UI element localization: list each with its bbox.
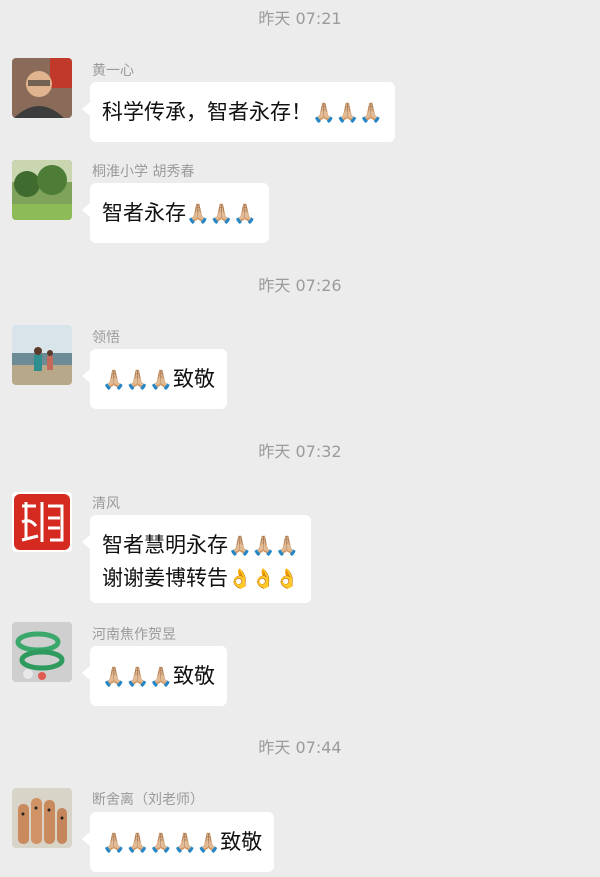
man-portrait-avatar-icon[interactable]: [12, 58, 72, 118]
sender-name: 桐淮小学 胡秀春: [92, 164, 195, 180]
sender-name: 领悟: [92, 330, 120, 346]
trees-landscape-avatar-icon[interactable]: [12, 160, 72, 220]
message-text: 科学传承，智者永存！: [102, 100, 312, 124]
timestamp: 昨天 07:26: [258, 276, 342, 295]
ok-hand-emoji: 👌👌👌: [228, 568, 299, 590]
message-line: 🙏🏼🙏🏼🙏🏼致敬: [102, 363, 215, 396]
praying-hands-emoji: 🙏🏼🙏🏼🙏🏼: [228, 535, 299, 557]
red-seal-stamp-avatar-icon[interactable]: [12, 492, 72, 552]
praying-hands-emoji: 🙏🏼🙏🏼🙏🏼: [102, 666, 173, 688]
sender-name: 黄一心: [92, 63, 134, 79]
finger-faces-avatar-icon[interactable]: [12, 788, 72, 848]
message-line: 科学传承，智者永存！🙏🏼🙏🏼🙏🏼: [102, 96, 383, 129]
message-bubble[interactable]: 科学传承，智者永存！🙏🏼🙏🏼🙏🏼: [82, 82, 395, 142]
sender-name: 河南焦作贺昱: [92, 627, 176, 643]
praying-hands-emoji: 🙏🏼🙏🏼🙏🏼🙏🏼🙏🏼: [102, 832, 221, 854]
praying-hands-emoji: 🙏🏼🙏🏼🙏🏼: [312, 102, 383, 124]
praying-hands-emoji: 🙏🏼🙏🏼🙏🏼: [102, 369, 173, 391]
message-text: 致敬: [172, 367, 215, 391]
sender-name: 清风: [92, 496, 120, 512]
message-text: 智者永存: [102, 201, 186, 225]
timestamp: 昨天 07:44: [258, 738, 342, 757]
timestamp: 昨天 07:21: [258, 9, 342, 28]
jade-bracelet-avatar-icon[interactable]: [12, 622, 72, 682]
timestamp: 昨天 07:32: [258, 442, 342, 461]
message-line: 智者永存🙏🏼🙏🏼🙏🏼: [102, 197, 257, 230]
message-bubble[interactable]: 智者永存🙏🏼🙏🏼🙏🏼: [82, 183, 269, 243]
beach-photo-avatar-icon[interactable]: [12, 325, 72, 385]
message-line: 智者慧明永存🙏🏼🙏🏼🙏🏼: [102, 529, 299, 562]
message-bubble[interactable]: 🙏🏼🙏🏼🙏🏼🙏🏼🙏🏼致敬: [81, 812, 275, 872]
message-line: 🙏🏼🙏🏼🙏🏼致敬: [102, 660, 215, 693]
message-text: 谢谢姜博转告: [102, 566, 228, 590]
message-bubble[interactable]: 🙏🏼🙏🏼🙏🏼致敬: [82, 646, 227, 706]
sender-name: 断舍离（刘老师）: [92, 792, 204, 808]
praying-hands-emoji: 🙏🏼🙏🏼🙏🏼: [186, 203, 257, 225]
message-text: 智者慧明永存: [102, 533, 228, 557]
message-text: 致敬: [172, 664, 215, 688]
message-text: 致敬: [220, 830, 263, 854]
message-line: 谢谢姜博转告👌👌👌: [102, 562, 299, 595]
message-line: 🙏🏼🙏🏼🙏🏼🙏🏼🙏🏼致敬: [102, 826, 262, 859]
message-bubble[interactable]: 🙏🏼🙏🏼🙏🏼致敬: [82, 349, 227, 409]
message-bubble[interactable]: 智者慧明永存🙏🏼🙏🏼🙏🏼 谢谢姜博转告👌👌👌: [82, 515, 311, 603]
